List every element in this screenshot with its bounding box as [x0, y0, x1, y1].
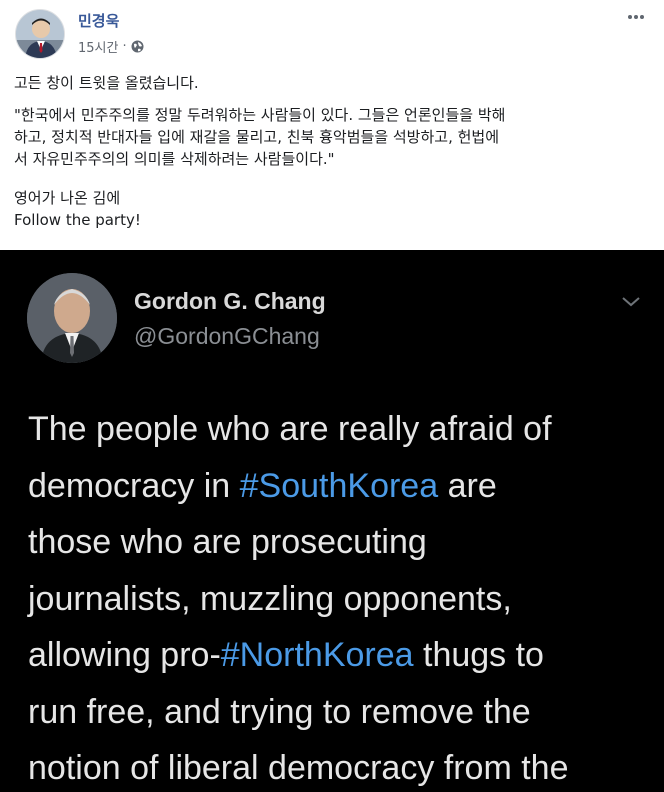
author-avatar[interactable] — [15, 9, 65, 59]
tweet-text-line: run free, and trying to remove the — [28, 684, 658, 741]
tweet-author-handle: @GordonGChang — [134, 323, 320, 349]
tweet-text-line: allowing pro-#NorthKorea thugs to — [28, 627, 658, 684]
author-name[interactable]: 민경욱 — [78, 10, 119, 31]
post-timestamp[interactable]: 15시간 — [78, 37, 118, 56]
post-paragraph: 고든 창이 트윗을 올렸습니다. — [14, 74, 199, 92]
tweet-text-segment: are — [438, 466, 497, 505]
tweet-text-line: journalists, muzzling opponents, — [28, 571, 658, 628]
tweet-text-segment: notion of liberal democracy from the — [28, 749, 569, 787]
tweet-text-segment: The people who are really afraid of — [28, 410, 552, 448]
post-header: 민경욱 15시간 · — [0, 0, 664, 66]
post-meta: 15시간 · — [78, 37, 144, 56]
post-quote-line: "한국에서 민주주의를 정말 두려워하는 사람들이 있다. 그들은 언론인들을 … — [14, 106, 506, 124]
chevron-down-icon — [620, 294, 642, 308]
tweet-text: The people who are really afraid of democ… — [28, 401, 658, 792]
post-quote-line: 하고, 정치적 반대자들 입에 재갈을 물리고, 친북 흉악범들을 석방하고, … — [14, 128, 500, 146]
tweet-text-line: democracy in #SouthKorea are — [28, 458, 658, 515]
post-paragraph: 영어가 나온 김에 — [14, 189, 121, 207]
tweet-text-line: those who are prosecuting — [28, 514, 658, 571]
tweet-author-avatar — [27, 273, 117, 363]
tweet-text-segment: those who are prosecuting — [28, 523, 427, 561]
ellipsis-icon[interactable] — [626, 10, 646, 26]
tweet-text-segment: democracy in — [28, 466, 240, 505]
tweet-text-segment: allowing pro- — [28, 636, 221, 674]
post-paragraph: Follow the party! — [14, 211, 141, 229]
post-quote-line: 서 자유민주주의의 의미를 삭제하려는 사람들이다." — [14, 150, 335, 168]
globe-icon[interactable] — [131, 40, 144, 53]
tweet-text-segment: run free, and trying to remove the — [28, 692, 531, 731]
tweet-text-segment: journalists, muzzling opponents, — [28, 579, 512, 618]
hashtag-link: #SouthKorea — [239, 466, 439, 505]
tweet-text-line: notion of liberal democracy from the — [28, 740, 658, 792]
tweet-text-line: The people who are really afraid of — [28, 401, 658, 458]
tweet-screenshot-image[interactable]: Gordon G. Chang @GordonGChang The people… — [0, 250, 664, 792]
tweet-text-segment: thugs to — [413, 636, 544, 674]
tweet-author-name: Gordon G. Chang — [134, 288, 326, 314]
post-quote-paragraph: "한국에서 민주주의를 정말 두려워하는 사람들이 있다. 그들은 언론인들을 … — [14, 104, 654, 170]
hashtag-link: #NorthKorea — [220, 636, 414, 674]
